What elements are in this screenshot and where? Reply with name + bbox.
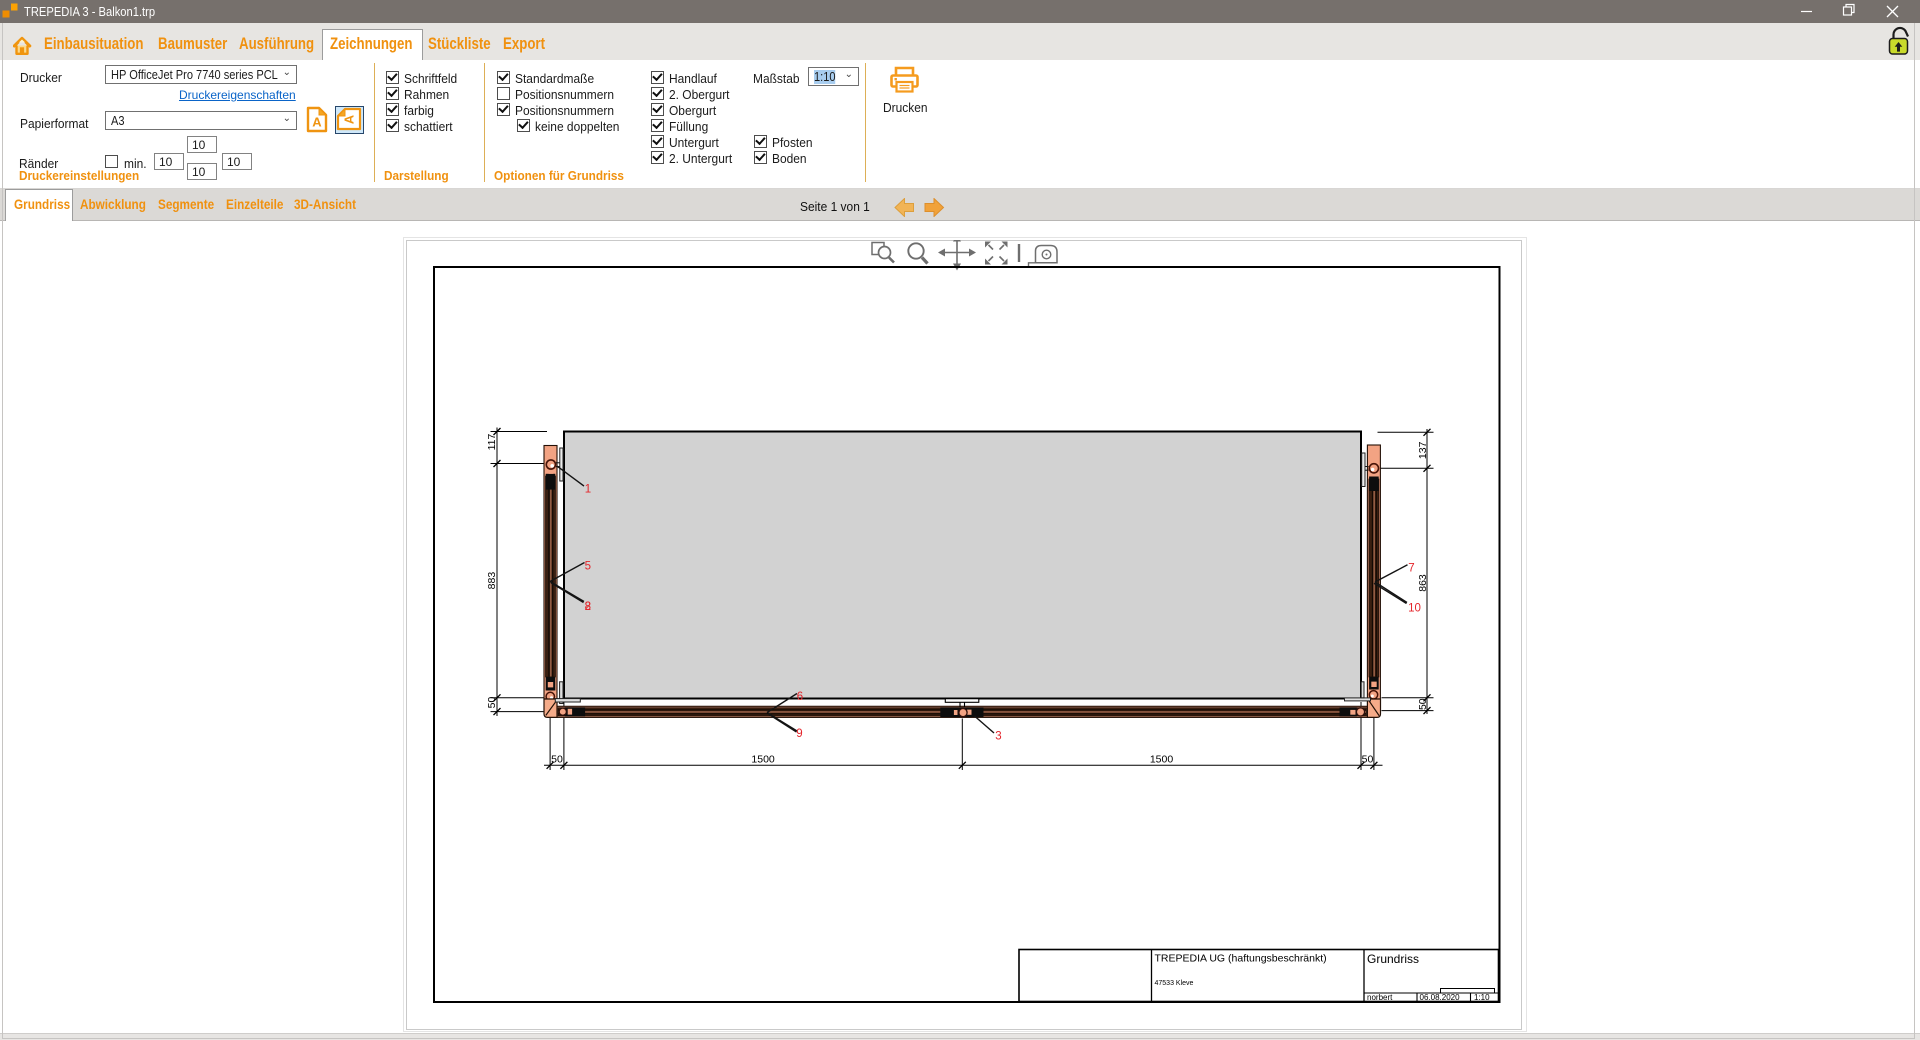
svg-text:50: 50 bbox=[1361, 754, 1373, 766]
svg-text:A: A bbox=[342, 114, 357, 124]
svg-text:8: 8 bbox=[584, 601, 590, 613]
svg-text:50: 50 bbox=[485, 697, 497, 709]
svg-text:3: 3 bbox=[995, 731, 1001, 743]
svg-text:47533 Kleve: 47533 Kleve bbox=[1154, 980, 1193, 987]
svg-text:5: 5 bbox=[584, 561, 590, 573]
svg-text:Grundriss: Grundriss bbox=[1367, 952, 1419, 966]
svg-text:863: 863 bbox=[1416, 574, 1428, 592]
svg-text:7: 7 bbox=[1408, 563, 1414, 575]
svg-text:137: 137 bbox=[1416, 441, 1428, 459]
svg-text:1500: 1500 bbox=[751, 754, 775, 766]
svg-text:50: 50 bbox=[1416, 698, 1428, 710]
svg-text:883: 883 bbox=[485, 572, 497, 590]
svg-text:10: 10 bbox=[1408, 603, 1421, 615]
svg-text:1: 1 bbox=[584, 484, 590, 496]
svg-text:9: 9 bbox=[796, 728, 802, 740]
svg-text:1:10: 1:10 bbox=[1474, 993, 1490, 1002]
svg-text:06.08.2020: 06.08.2020 bbox=[1419, 993, 1460, 1002]
svg-text:1500: 1500 bbox=[1149, 754, 1173, 766]
svg-text:6: 6 bbox=[796, 691, 802, 703]
svg-text:50: 50 bbox=[551, 754, 563, 766]
svg-text:TREPEDIA UG (haftungsbeschränk: TREPEDIA UG (haftungsbeschränkt) bbox=[1154, 953, 1326, 965]
svg-text:117: 117 bbox=[485, 433, 497, 450]
svg-text:A: A bbox=[312, 115, 322, 130]
svg-text:norbert: norbert bbox=[1367, 993, 1393, 1002]
